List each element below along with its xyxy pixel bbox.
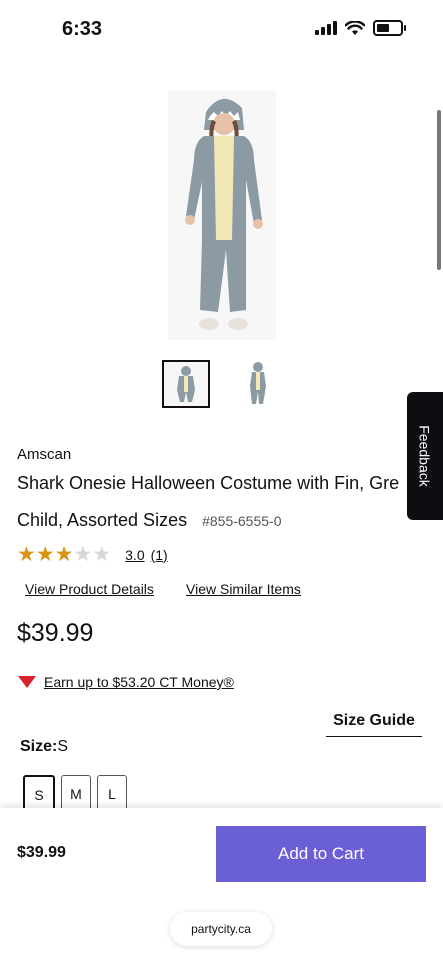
feedback-label: Feedback bbox=[417, 425, 434, 487]
ct-money-row[interactable]: Earn up to $53.20 CT Money® bbox=[18, 674, 234, 690]
rating-value[interactable]: 3.0 bbox=[125, 547, 144, 563]
product-sku: #855-6555-0 bbox=[202, 513, 282, 529]
size-selected-value: S bbox=[57, 738, 69, 755]
thumbnail-image-side bbox=[236, 360, 280, 408]
thumbnail-1[interactable] bbox=[162, 360, 210, 408]
product-brand[interactable]: Amscan bbox=[17, 446, 71, 463]
ct-money-link[interactable]: Earn up to $53.20 CT Money® bbox=[44, 674, 234, 690]
thumbnail-image-front bbox=[164, 362, 208, 406]
status-bar: 6:33 bbox=[0, 0, 443, 60]
size-options: S M L bbox=[23, 775, 127, 811]
product-image[interactable] bbox=[168, 90, 276, 340]
status-time: 6:33 bbox=[62, 18, 103, 40]
size-option-s[interactable]: S bbox=[23, 775, 55, 811]
product-price: $39.99 bbox=[17, 619, 94, 647]
add-to-cart-button[interactable]: Add to Cart bbox=[216, 826, 426, 882]
rating-count[interactable]: (1) bbox=[151, 547, 168, 563]
star-full-icon: ★ bbox=[17, 543, 36, 566]
size-option-l[interactable]: L bbox=[97, 775, 127, 811]
size-label: Size:S bbox=[20, 738, 68, 756]
product-rating[interactable]: ★ ★ ★ ★ ★ 3.0 (1) bbox=[17, 544, 168, 565]
star-empty-icon: ★ bbox=[92, 543, 112, 566]
size-guide-link[interactable]: Size Guide bbox=[326, 712, 422, 737]
scrollbar[interactable] bbox=[437, 110, 441, 270]
view-similar-items-link[interactable]: View Similar Items bbox=[186, 581, 301, 597]
cellular-signal-icon bbox=[315, 21, 337, 35]
rating-stars: ★ ★ ★ ★ ★ bbox=[17, 544, 111, 565]
view-product-details-link[interactable]: View Product Details bbox=[25, 581, 154, 597]
product-title-line2: Child, Assorted Sizes #855-6555-0 bbox=[17, 510, 282, 531]
star-full-icon: ★ bbox=[54, 543, 74, 566]
product-title-line1: Shark Onesie Halloween Costume with Fin,… bbox=[17, 473, 400, 493]
status-icons bbox=[315, 20, 406, 36]
bottom-bar: $39.99 Add to Cart partycity.ca bbox=[0, 808, 443, 960]
size-label-text: Size: bbox=[20, 738, 58, 755]
size-option-m[interactable]: M bbox=[61, 775, 91, 811]
ct-triangle-icon bbox=[18, 676, 36, 688]
bottom-price: $39.99 bbox=[17, 844, 66, 861]
battery-icon bbox=[373, 20, 406, 36]
feedback-tab[interactable]: Feedback bbox=[407, 392, 443, 520]
browser-domain-pill[interactable]: partycity.ca bbox=[170, 912, 272, 946]
product-title-text: Child, Assorted Sizes bbox=[17, 510, 188, 530]
star-empty-icon: ★ bbox=[73, 543, 93, 566]
wifi-icon bbox=[345, 20, 365, 35]
star-full-icon: ★ bbox=[35, 543, 55, 566]
thumbnail-2[interactable] bbox=[236, 360, 284, 408]
